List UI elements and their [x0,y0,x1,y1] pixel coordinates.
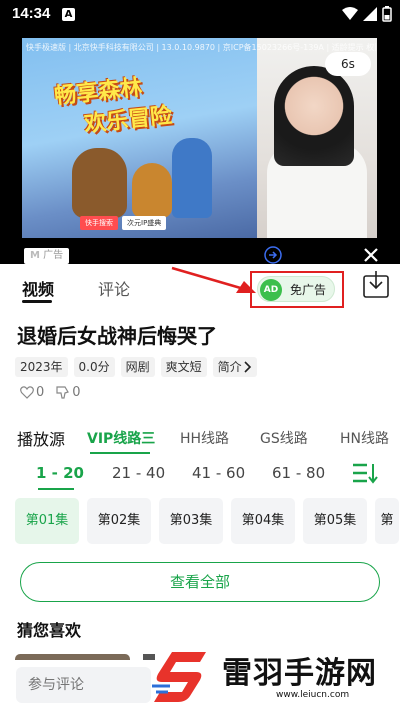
ad-search-button[interactable]: 快手搜索 [80,216,118,230]
signal-icon [363,7,377,21]
range-row: 1 - 20 21 - 40 41 - 60 61 - 80 [0,460,400,494]
range-underline [38,488,74,490]
tab-comment[interactable]: 评论 [98,276,130,300]
heart-icon [20,386,34,399]
red-arrow-annotation [171,266,256,293]
range-61-80[interactable]: 61 - 80 [272,464,325,482]
range-1-20[interactable]: 1 - 20 [36,464,84,482]
view-all-button[interactable]: 查看全部 [20,562,380,602]
ad-bear-small [132,163,172,218]
status-icons [342,6,392,22]
video-player[interactable]: 快手极速版 | 北京快手科技有限公司 | 13.0.10.9870 | 京ICP… [0,30,400,264]
range-21-40[interactable]: 21 - 40 [112,464,165,482]
tab-video[interactable]: 视频 [22,276,54,300]
episode-04[interactable]: 第04集 [231,498,295,544]
watermark-url: www.leiucn.com [276,690,350,700]
ad-label: M 广告 [24,248,70,264]
ad-label-text: 广告 [43,250,64,261]
status-time: 14:34 [12,5,51,22]
episode-03[interactable]: 第03集 [159,498,223,544]
tag-genre: 爽文短 [160,357,207,377]
like-button[interactable]: 0 [20,385,44,400]
close-icon[interactable] [360,244,382,266]
show-title: 退婚后女战神后悔哭了 [17,324,217,348]
comment-input[interactable] [16,667,151,703]
episode-05[interactable]: 第05集 [303,498,367,544]
ad-free-label: 免广告 [290,283,327,297]
watermark-logo-icon [152,652,206,702]
ad-go-icon[interactable] [264,246,282,264]
ad-person [274,66,354,166]
ad-mark-icon: M [30,250,40,261]
range-41-60[interactable]: 41 - 60 [192,464,245,482]
ad-free-knob: AD [260,279,282,301]
intro-button[interactable]: 简介 [212,357,257,377]
ad-bottom-buttons: 快手搜索 次元IP盛典 [80,216,167,230]
show-tags: 2023年 0.0分 网剧 爽文短 简介 [15,357,257,377]
source-tab-gs[interactable]: GS线路 [260,428,308,448]
chevron-right-icon [244,361,251,373]
source-label: 播放源 [17,430,66,449]
battery-icon [382,6,392,22]
notification-a-icon: A [62,8,75,21]
ad-countdown[interactable]: 6s [325,52,371,76]
source-row: 播放源 VIP线路三 HH线路 GS线路 HN线路 [0,422,400,456]
tag-score: 0.0分 [73,357,115,377]
like-count: 0 [36,385,45,400]
source-tab-vip3[interactable]: VIP线路三 [87,428,155,448]
status-bar: 14:34 A [0,0,400,30]
ad-banner[interactable]: 快手极速版 | 北京快手科技有限公司 | 13.0.10.9870 | 京ICP… [22,38,377,238]
tab-video-underline [22,300,52,303]
sort-icon[interactable] [352,462,378,484]
guess-you-like-title: 猜您喜欢 [17,621,82,640]
episode-list: 第01集 第02集 第03集 第04集 第05集 第 [15,498,399,544]
source-tab-hn[interactable]: HN线路 [340,428,389,448]
episode-01[interactable]: 第01集 [15,498,79,544]
intro-label: 简介 [217,360,242,374]
watermark-text: 雷羽手游网 [222,656,377,691]
source-underline [90,452,150,454]
episode-02[interactable]: 第02集 [87,498,151,544]
rating-row: 0 0 [20,385,81,400]
dislike-count: 0 [72,385,81,400]
ad-free-toggle[interactable]: AD 免广告 [257,276,335,302]
source-tab-hh[interactable]: HH线路 [180,428,229,448]
tag-type: 网剧 [120,357,155,377]
dislike-button[interactable]: 0 [56,385,81,400]
ad-bear-big [72,148,127,218]
thumbs-down-icon [56,386,70,399]
wifi-icon [342,7,358,20]
download-icon[interactable] [363,270,389,298]
ad-legal-text: 快手极速版 | 北京快手科技有限公司 | 13.0.10.9870 | 京ICP… [26,43,376,52]
tag-year: 2023年 [15,357,68,377]
ad-event-button[interactable]: 次元IP盛典 [122,216,167,230]
ad-character [172,138,212,218]
episode-06-partial[interactable]: 第 [375,498,399,544]
